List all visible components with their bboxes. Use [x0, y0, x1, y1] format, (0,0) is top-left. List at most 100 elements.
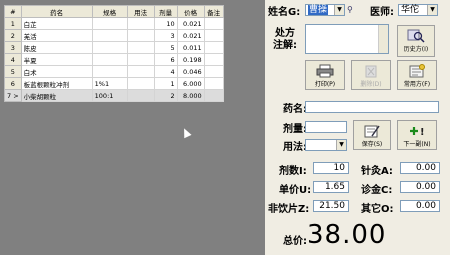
cell-spec[interactable]: 1%1	[91, 77, 128, 90]
cell-usage[interactable]	[126, 77, 155, 90]
cell-dose[interactable]: 5	[153, 41, 178, 54]
prescription-table[interactable]: # 药名 规格 用法 剂量 价格 备注 1 白芷 10 0.021 2 羌活 3…	[4, 5, 224, 102]
cell-price[interactable]: 0.198	[176, 53, 205, 66]
usage-select[interactable]: ▼	[305, 139, 347, 151]
cell-dose[interactable]: 4	[153, 65, 178, 78]
folder-icon	[409, 64, 425, 78]
cell-usage[interactable]	[126, 29, 155, 42]
save-button-label: 保存(S)	[361, 141, 383, 148]
dose-label: 剂量:	[283, 124, 307, 135]
cell-note[interactable]	[203, 29, 224, 42]
chevron-down-icon[interactable]: ▼	[427, 5, 437, 15]
note-scrollbar[interactable]	[378, 25, 388, 53]
total-price-label: 总价:	[283, 236, 307, 247]
row-index: 4	[4, 53, 22, 66]
cell-usage[interactable]	[126, 65, 155, 78]
unit-price-label: 单价U:	[279, 185, 312, 196]
mouse-cursor-icon	[180, 126, 192, 139]
cell-dose[interactable]: 10	[153, 17, 178, 30]
cell-name[interactable]: 羌活	[20, 29, 93, 42]
cell-name[interactable]: 半夏	[20, 53, 93, 66]
history-button[interactable]: 历史方(I)	[397, 25, 435, 57]
cell-price[interactable]: 6.000	[176, 77, 205, 90]
cell-spec[interactable]	[91, 29, 128, 42]
cell-name[interactable]: 板蓝根颗粒冲剂	[20, 77, 93, 90]
cell-price[interactable]: 0.011	[176, 41, 205, 54]
table-row[interactable]: 4 半夏 6 0.198	[4, 53, 224, 66]
print-button-label: 打印(P)	[314, 81, 336, 88]
col-header-price[interactable]: 价格	[176, 5, 205, 18]
cell-spec[interactable]	[91, 17, 128, 30]
consultation-fee-label: 诊金C:	[361, 185, 393, 196]
non-decoction-input[interactable]: 21.50	[313, 200, 349, 212]
cell-dose[interactable]: 2	[153, 89, 178, 102]
print-button[interactable]: 打印(P)	[305, 60, 345, 90]
cell-usage[interactable]	[126, 89, 155, 102]
cell-dose[interactable]: 3	[153, 29, 178, 42]
cell-usage[interactable]	[126, 17, 155, 30]
svg-text:!: !	[420, 127, 425, 138]
cell-spec[interactable]	[91, 65, 128, 78]
patient-name-select[interactable]: 曹操 ▼	[305, 4, 345, 16]
cell-spec[interactable]: 100:1	[91, 89, 128, 102]
table-row[interactable]: 6 板蓝根颗粒冲剂 1%1 1 6.000	[4, 77, 224, 90]
cell-name[interactable]: 白术	[20, 65, 93, 78]
next-button[interactable]: ! 下一副(N)	[397, 120, 437, 150]
cell-price[interactable]: 8.000	[176, 89, 205, 102]
cell-usage[interactable]	[126, 53, 155, 66]
acupuncture-label: 针灸A:	[361, 166, 393, 177]
dose-input[interactable]	[305, 121, 347, 133]
acupuncture-input[interactable]: 0.00	[400, 162, 440, 174]
cell-usage[interactable]	[126, 41, 155, 54]
col-header-note[interactable]: 备注	[203, 5, 224, 18]
unit-price-input[interactable]: 1.65	[313, 181, 349, 193]
table-row[interactable]: 2 羌活 3 0.021	[4, 29, 224, 42]
cell-note[interactable]	[203, 53, 224, 66]
table-row-selected[interactable]: 7 > 小柴胡颗粒 100:1 2 8.000	[4, 89, 224, 102]
prescription-note-textarea[interactable]	[305, 24, 389, 54]
cell-spec[interactable]	[91, 53, 128, 66]
cell-name[interactable]: 陈皮	[20, 41, 93, 54]
col-header-index: #	[4, 5, 22, 18]
col-header-dose[interactable]: 剂量	[153, 5, 178, 18]
cell-name[interactable]: 白芷	[20, 17, 93, 30]
search-icon[interactable]: ⚲	[347, 5, 353, 14]
doctor-select[interactable]: 华佗 ▼	[398, 4, 438, 16]
other-fee-label: 其它O:	[361, 204, 394, 215]
patient-name-label: 姓名G:	[268, 7, 301, 18]
row-index: 5	[4, 65, 22, 78]
cell-name[interactable]: 小柴胡颗粒	[20, 89, 93, 102]
cell-dose[interactable]: 6	[153, 53, 178, 66]
cell-price[interactable]: 0.046	[176, 65, 205, 78]
magnifier-icon	[407, 29, 425, 43]
printer-icon	[316, 64, 334, 78]
dose-count-input[interactable]: 10	[313, 162, 349, 174]
save-button[interactable]: 保存(S)	[353, 120, 391, 150]
col-header-usage[interactable]: 用法	[126, 5, 155, 18]
cell-note[interactable]	[203, 65, 224, 78]
cell-dose[interactable]: 1	[153, 77, 178, 90]
col-header-name[interactable]: 药名	[20, 5, 93, 18]
drug-name-input[interactable]	[305, 101, 439, 113]
cell-spec[interactable]	[91, 41, 128, 54]
cell-note[interactable]	[203, 17, 224, 30]
chevron-down-icon[interactable]: ▼	[334, 5, 344, 15]
table-row[interactable]: 1 白芷 10 0.021	[4, 17, 224, 30]
delete-button[interactable]: 删除(D)	[351, 60, 391, 90]
cell-note[interactable]	[203, 89, 224, 102]
cell-price[interactable]: 0.021	[176, 29, 205, 42]
common-prescription-button[interactable]: 常用方(F)	[397, 60, 437, 90]
chevron-down-icon[interactable]: ▼	[336, 140, 346, 150]
cell-note[interactable]	[203, 77, 224, 90]
col-header-spec[interactable]: 规格	[91, 5, 128, 18]
cell-note[interactable]	[203, 41, 224, 54]
table-row[interactable]: 3 陈皮 5 0.011	[4, 41, 224, 54]
non-decoction-label: 非饮片Z:	[268, 204, 310, 215]
table-row[interactable]: 5 白术 4 0.046	[4, 65, 224, 78]
add-next-icon: !	[410, 127, 425, 138]
usage-label: 用法:	[283, 142, 307, 153]
consultation-fee-input[interactable]: 0.00	[400, 181, 440, 193]
common-prescription-button-label: 常用方(F)	[403, 81, 431, 88]
other-fee-input[interactable]: 0.00	[400, 200, 440, 212]
cell-price[interactable]: 0.021	[176, 17, 205, 30]
